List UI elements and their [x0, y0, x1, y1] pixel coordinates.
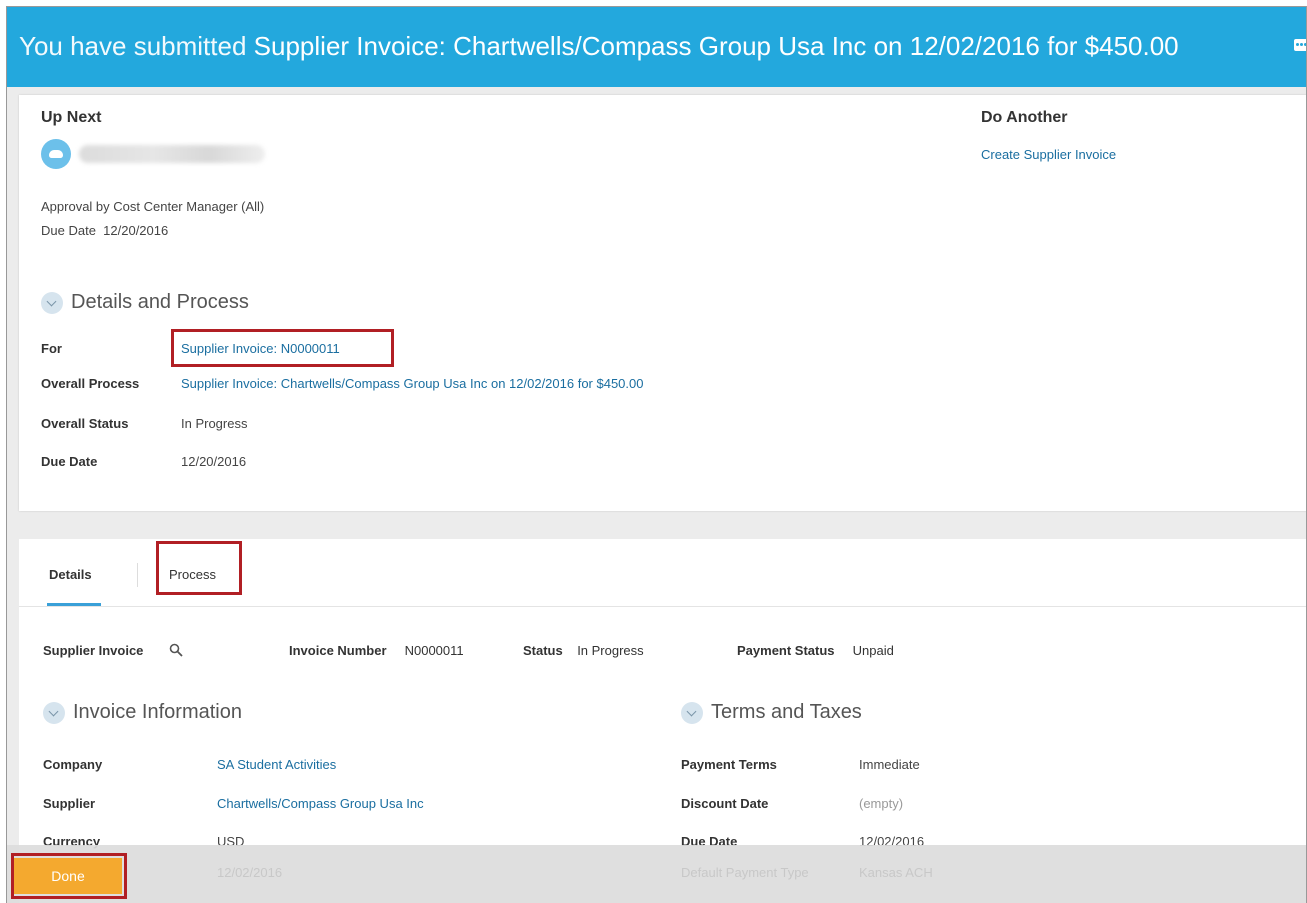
due-value: 12/20/2016	[103, 223, 169, 238]
due-date-value: 12/20/2016	[181, 454, 247, 469]
supplier-label: Supplier	[43, 796, 96, 811]
invoice-information-label: Invoice Information	[73, 701, 242, 723]
highlight-box-for	[171, 329, 394, 367]
payment-terms-value: Immediate	[859, 757, 920, 772]
company-label: Company	[43, 757, 103, 772]
supplier-invoice-label: Supplier Invoice	[43, 643, 144, 658]
company-link[interactable]: SA Student Activities	[217, 757, 336, 772]
page-title: You have submitted Supplier Invoice: Cha…	[19, 31, 1179, 62]
due-label: Due Date	[41, 223, 96, 238]
details-and-process-heading[interactable]: Details and Process	[41, 291, 249, 314]
faded-payment-type-label: Default Payment Type	[681, 865, 809, 880]
title-text: Supplier Invoice: Chartwells/Compass Gro…	[253, 31, 1179, 61]
discount-date-label: Discount Date	[681, 796, 769, 811]
tabs-divider	[19, 606, 1307, 607]
page-frame: You have submitted Supplier Invoice: Cha…	[6, 6, 1307, 903]
status: Status In Progress	[523, 643, 644, 658]
avatar	[41, 139, 71, 169]
details-and-process-label: Details and Process	[71, 291, 249, 313]
invoice-number-label: Invoice Number	[289, 643, 387, 658]
terms-and-taxes-heading[interactable]: Terms and Taxes	[681, 701, 862, 724]
faded-invoice-date: 12/02/2016	[217, 865, 283, 880]
for-label: For	[41, 341, 62, 356]
status-value: In Progress	[577, 643, 644, 658]
payment-status-value: Unpaid	[852, 643, 894, 658]
bottom-action-bar: 12/02/2016 Default Payment Type Kansas A…	[7, 845, 1307, 903]
header-banner: You have submitted Supplier Invoice: Cha…	[7, 7, 1307, 87]
next-step-due: Due Date 12/20/2016	[41, 223, 168, 238]
payment-status: Payment Status Unpaid	[737, 643, 894, 658]
status-label: Status	[523, 643, 563, 658]
payment-terms-label: Payment Terms	[681, 757, 777, 772]
search-icon[interactable]	[169, 643, 183, 657]
overall-status-value: In Progress	[181, 416, 248, 431]
blurred-assignee-name	[79, 145, 265, 163]
faded-payment-type-value: Kansas ACH	[859, 865, 933, 880]
discount-date-value: (empty)	[859, 796, 904, 811]
overall-process-label: Overall Process	[41, 376, 140, 391]
overall-process-link[interactable]: Supplier Invoice: Chartwells/Compass Gro…	[181, 376, 643, 391]
chevron-down-icon[interactable]	[681, 701, 703, 724]
supplier-link[interactable]: Chartwells/Compass Group Usa Inc	[217, 796, 424, 811]
summary-card: Up Next Approval by Cost Center Manager …	[19, 95, 1307, 511]
tab-divider	[137, 563, 138, 587]
highlight-box-process	[156, 541, 242, 595]
create-supplier-invoice-link[interactable]: Create Supplier Invoice	[981, 147, 1116, 162]
tab-details[interactable]: Details	[49, 567, 92, 582]
title-prefix: You have submitted	[19, 31, 247, 61]
invoice-number-value: N0000011	[404, 643, 464, 658]
do-another-heading: Do Another	[981, 109, 1068, 126]
due-date-label: Due Date	[41, 454, 98, 469]
invoice-number: Invoice Number N0000011	[289, 643, 464, 658]
chevron-down-icon[interactable]	[43, 701, 65, 724]
invoice-information-heading[interactable]: Invoice Information	[43, 701, 242, 724]
highlight-box-done	[11, 853, 127, 899]
up-next-heading: Up Next	[41, 109, 102, 126]
next-step-text: Approval by Cost Center Manager (All)	[41, 199, 265, 214]
terms-and-taxes-label: Terms and Taxes	[711, 701, 862, 723]
payment-status-label: Payment Status	[737, 643, 835, 658]
chevron-down-icon[interactable]	[41, 291, 63, 314]
overall-status-label: Overall Status	[41, 416, 129, 431]
